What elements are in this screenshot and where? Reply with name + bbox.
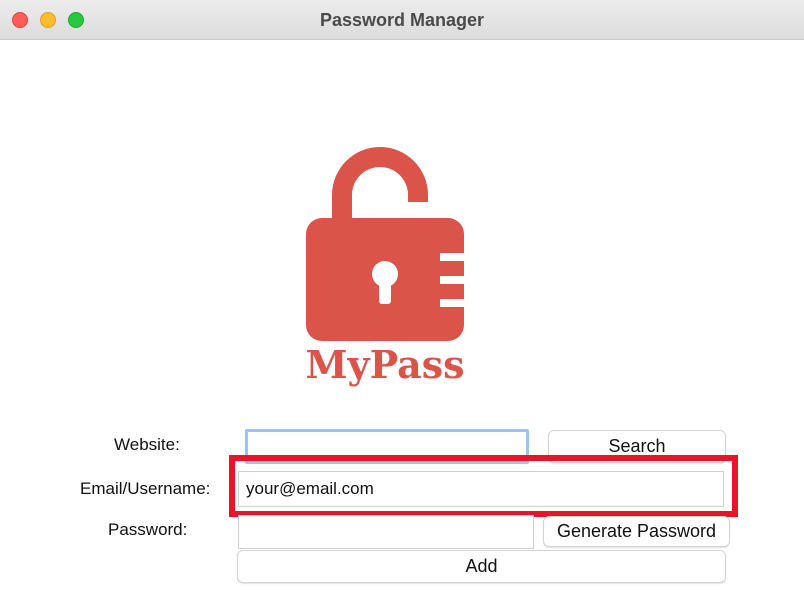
generate-password-button[interactable]: Generate Password xyxy=(543,516,730,547)
website-label: Website: xyxy=(114,435,180,454)
add-button[interactable]: Add xyxy=(237,550,726,583)
window-title: Password Manager xyxy=(319,10,485,30)
title-bar: Password Manager xyxy=(0,0,804,40)
email-label: Email/Username: xyxy=(80,479,211,498)
padlock-icon: MyPass xyxy=(305,147,465,387)
password-label: Password: xyxy=(108,520,188,539)
password-input[interactable] xyxy=(238,515,534,549)
highlight-annotation xyxy=(229,455,738,517)
logo-text: MyPass xyxy=(305,342,464,387)
